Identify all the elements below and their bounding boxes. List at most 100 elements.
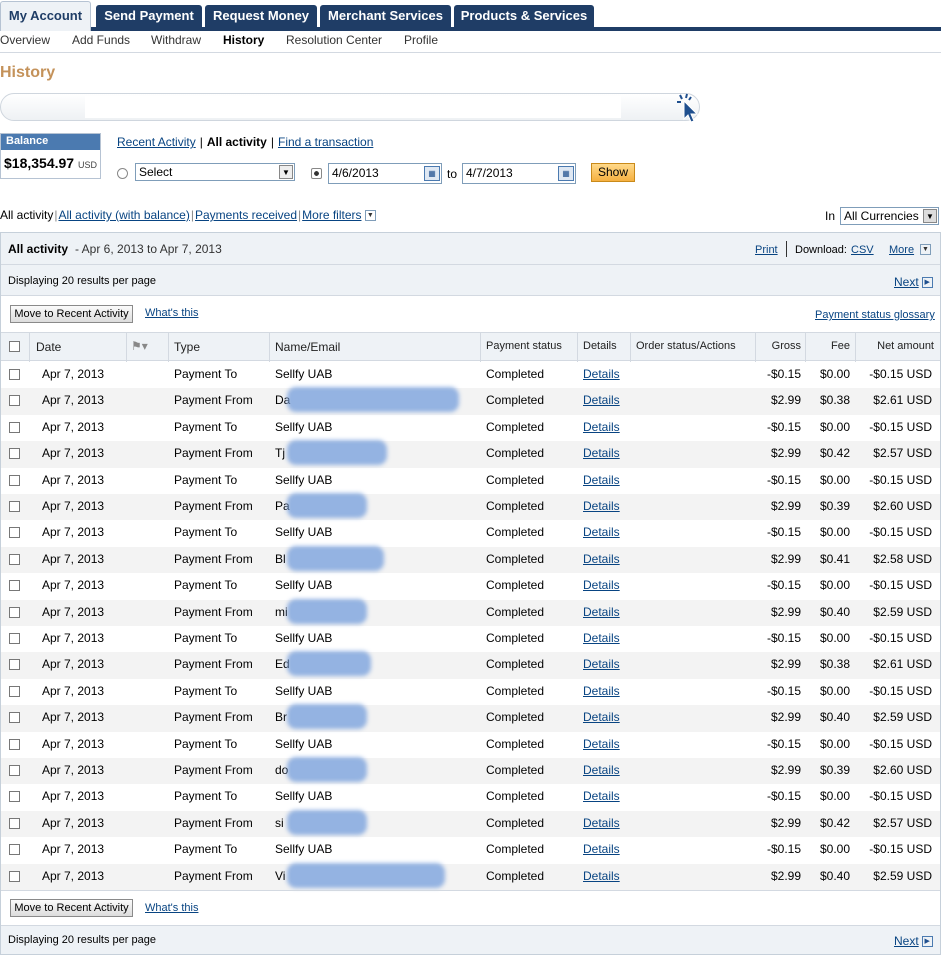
subnav-profile[interactable]: Profile xyxy=(404,33,438,47)
row-checkbox[interactable] xyxy=(9,738,20,750)
row-checkbox[interactable] xyxy=(9,844,20,856)
next-arrow-icon[interactable]: ▶ xyxy=(921,277,933,289)
tab-request-money[interactable]: Request Money xyxy=(205,5,317,27)
redacted-name-overlay xyxy=(287,387,459,413)
tab-products-services[interactable]: Products & Services xyxy=(454,5,594,27)
next-arrow-icon[interactable]: ▶ xyxy=(921,936,933,948)
row-details-link[interactable]: Details xyxy=(583,473,620,487)
more-filters-link[interactable]: More filters xyxy=(302,208,361,222)
row-checkbox[interactable] xyxy=(9,659,20,671)
show-button[interactable]: Show xyxy=(591,163,635,182)
row-details-link[interactable]: Details xyxy=(583,499,620,513)
date-range-radio[interactable] xyxy=(311,168,322,179)
tab-my-account[interactable]: My Account xyxy=(0,1,91,31)
next-page-link[interactable]: Next xyxy=(894,934,919,948)
calendar-icon[interactable]: ▦ xyxy=(558,166,574,181)
column-fee[interactable]: Fee xyxy=(809,340,850,352)
row-details-link[interactable]: Details xyxy=(583,446,620,460)
filter-with-balance-link[interactable]: All activity (with balance) xyxy=(58,208,189,222)
column-gross[interactable]: Gross xyxy=(759,340,801,352)
row-details-link[interactable]: Details xyxy=(583,710,620,724)
table-row: Apr 7, 2013 Payment To Sellfy UAB Completed… xyxy=(1,573,940,599)
subnav-overview[interactable]: Overview xyxy=(0,33,50,47)
row-date: Apr 7, 2013 xyxy=(42,868,105,883)
row-fee: $0.00 xyxy=(819,367,850,381)
date-to-input[interactable]: 4/7/2013 ▦ xyxy=(462,163,576,184)
select-radio[interactable] xyxy=(117,168,128,179)
row-details-link[interactable]: Details xyxy=(583,578,620,592)
row-checkbox[interactable] xyxy=(9,712,20,724)
row-checkbox[interactable] xyxy=(9,580,20,592)
row-date: Apr 7, 2013 xyxy=(42,499,105,513)
row-gross: $2.99 xyxy=(770,393,801,408)
whats-this-link[interactable]: What's this xyxy=(145,902,198,914)
row-details-link[interactable]: Details xyxy=(583,816,620,830)
subnav-resolution-center[interactable]: Resolution Center xyxy=(286,33,382,47)
row-details-link[interactable]: Details xyxy=(583,789,620,803)
row-details-link[interactable]: Details xyxy=(583,393,620,407)
select-all-checkbox[interactable] xyxy=(9,341,20,352)
row-checkbox[interactable] xyxy=(9,606,20,618)
row-details-link[interactable]: Details xyxy=(583,657,620,671)
row-details-link[interactable]: Details xyxy=(583,605,620,619)
row-checkbox[interactable] xyxy=(9,527,20,539)
currency-select[interactable]: All Currencies ▼ xyxy=(840,207,939,225)
row-checkbox[interactable] xyxy=(9,553,20,565)
row-checkbox[interactable] xyxy=(9,765,20,776)
chevron-down-icon[interactable]: ▼ xyxy=(364,210,376,222)
csv-download-link[interactable]: CSV xyxy=(851,244,874,256)
row-checkbox[interactable] xyxy=(9,817,20,829)
row-checkbox[interactable] xyxy=(9,633,20,644)
row-checkbox[interactable] xyxy=(9,448,20,460)
column-type[interactable]: Type xyxy=(174,340,200,354)
move-to-recent-activity-button[interactable]: Move to Recent Activity xyxy=(10,899,133,917)
column-payment-status[interactable]: Payment status xyxy=(486,340,562,352)
row-details-link[interactable]: Details xyxy=(583,842,620,856)
row-checkbox[interactable] xyxy=(9,395,20,407)
date-from-input[interactable]: 4/6/2013 ▦ xyxy=(328,163,442,184)
column-name-email[interactable]: Name/Email xyxy=(275,340,340,354)
row-details-link[interactable]: Details xyxy=(583,631,620,645)
row-details-link[interactable]: Details xyxy=(583,869,620,883)
calendar-icon[interactable]: ▦ xyxy=(424,166,440,181)
flag-icon[interactable]: ⚑▾ xyxy=(131,339,148,353)
more-downloads-link[interactable]: More xyxy=(889,244,914,256)
tab-merchant-services[interactable]: Merchant Services xyxy=(320,5,451,27)
transaction-type-select[interactable]: Select ▼ xyxy=(135,163,295,181)
print-link[interactable]: Print xyxy=(755,244,778,256)
tab-send-payment[interactable]: Send Payment xyxy=(96,5,202,27)
find-transaction-link[interactable]: Find a transaction xyxy=(278,135,373,149)
row-details-link[interactable]: Details xyxy=(583,367,620,381)
row-fee: $0.38 xyxy=(819,657,850,672)
whats-this-link[interactable]: What's this xyxy=(145,307,198,319)
subnav-withdraw[interactable]: Withdraw xyxy=(151,33,201,47)
table-row: Apr 7, 2013 Payment From Br Completed Detail… xyxy=(1,704,940,732)
row-net-amount: -$0.15 USD xyxy=(869,736,932,751)
move-to-recent-activity-button[interactable]: Move to Recent Activity xyxy=(10,305,133,323)
row-checkbox[interactable] xyxy=(9,501,20,512)
row-checkbox[interactable] xyxy=(9,369,20,380)
row-checkbox[interactable] xyxy=(9,685,20,697)
row-details-link[interactable]: Details xyxy=(583,684,620,698)
row-details-link[interactable]: Details xyxy=(583,552,620,566)
row-name: Tj xyxy=(275,446,285,461)
payment-status-glossary-link[interactable]: Payment status glossary xyxy=(815,309,935,321)
subnav-add-funds[interactable]: Add Funds xyxy=(72,33,130,47)
row-status: Completed xyxy=(486,789,545,804)
row-fee: $0.40 xyxy=(819,868,850,883)
filter-payments-received-link[interactable]: Payments received xyxy=(195,208,297,222)
row-details-link[interactable]: Details xyxy=(583,420,620,434)
row-details-link[interactable]: Details xyxy=(583,763,620,777)
row-checkbox[interactable] xyxy=(9,870,20,882)
chevron-down-icon[interactable]: ▼ xyxy=(920,244,931,255)
column-date[interactable]: Date xyxy=(36,340,61,354)
row-details-link[interactable]: Details xyxy=(583,525,620,539)
row-checkbox[interactable] xyxy=(9,791,20,803)
column-net-amount[interactable]: Net amount xyxy=(859,340,934,352)
next-page-link[interactable]: Next xyxy=(894,275,919,289)
subnav-history[interactable]: History xyxy=(223,33,264,47)
row-checkbox[interactable] xyxy=(9,421,20,433)
row-details-link[interactable]: Details xyxy=(583,737,620,751)
recent-activity-link[interactable]: Recent Activity xyxy=(117,135,196,149)
row-checkbox[interactable] xyxy=(9,474,20,486)
